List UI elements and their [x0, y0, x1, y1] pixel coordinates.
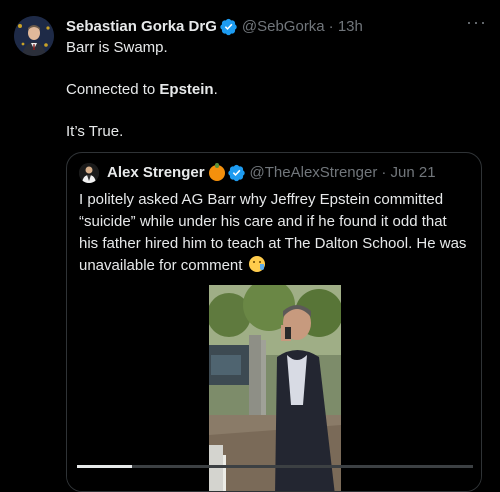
verified-badge-icon: [220, 18, 238, 36]
video-frame[interactable]: [209, 285, 341, 491]
tweet-line-2-prefix: Connected to: [66, 81, 160, 98]
tweet-line-2-bold: Epstein: [159, 81, 214, 98]
author-name[interactable]: Sebastian Gorka DrG: [66, 17, 217, 37]
tweet-line-1: Barr is Swamp.: [66, 39, 168, 56]
tweet-line-2-suffix: .: [213, 81, 218, 98]
tweet-text: Barr is Swamp. Connected to Epstein. It’…: [66, 38, 480, 142]
quoted-tweet-header: Alex Strenger @TheAlexStrenger · Jun 21: [79, 163, 471, 183]
verified-badge-icon: [227, 164, 246, 182]
video-progress-bar[interactable]: [77, 465, 473, 468]
quoted-tweet-text: I politely asked AG Barr why Jeffrey Eps…: [79, 189, 469, 277]
tweet-timestamp[interactable]: · 13h: [329, 17, 363, 37]
tweet-header: Sebastian Gorka DrG @SebGorka · 13h: [66, 17, 488, 37]
tweet-line-3: It’s True.: [66, 123, 124, 140]
quoted-tweet[interactable]: Alex Strenger @TheAlexStrenger · Jun 21 …: [66, 152, 482, 492]
crying-face-emoji-icon: [248, 256, 265, 272]
more-horizontal-icon[interactable]: ···: [466, 13, 486, 35]
tweet[interactable]: Sebastian Gorka DrG @SebGorka · 13h ··· …: [0, 0, 500, 492]
tweet-line-2: Connected to Epstein.: [66, 80, 480, 100]
author-handle[interactable]: @SebGorka: [242, 17, 325, 37]
quoted-author-avatar[interactable]: [79, 163, 99, 183]
orange-emoji-icon: [208, 163, 225, 181]
quoted-tweet-timestamp[interactable]: · Jun 21: [381, 163, 435, 183]
video-progress-fill: [77, 465, 133, 468]
quoted-tweet-text-content: I politely asked AG Barr why Jeffrey Eps…: [79, 191, 467, 274]
video-player[interactable]: [67, 285, 481, 491]
quoted-author-handle[interactable]: @TheAlexStrenger: [250, 163, 378, 183]
quoted-author-name[interactable]: Alex Strenger: [107, 163, 205, 183]
author-avatar[interactable]: [14, 16, 54, 56]
